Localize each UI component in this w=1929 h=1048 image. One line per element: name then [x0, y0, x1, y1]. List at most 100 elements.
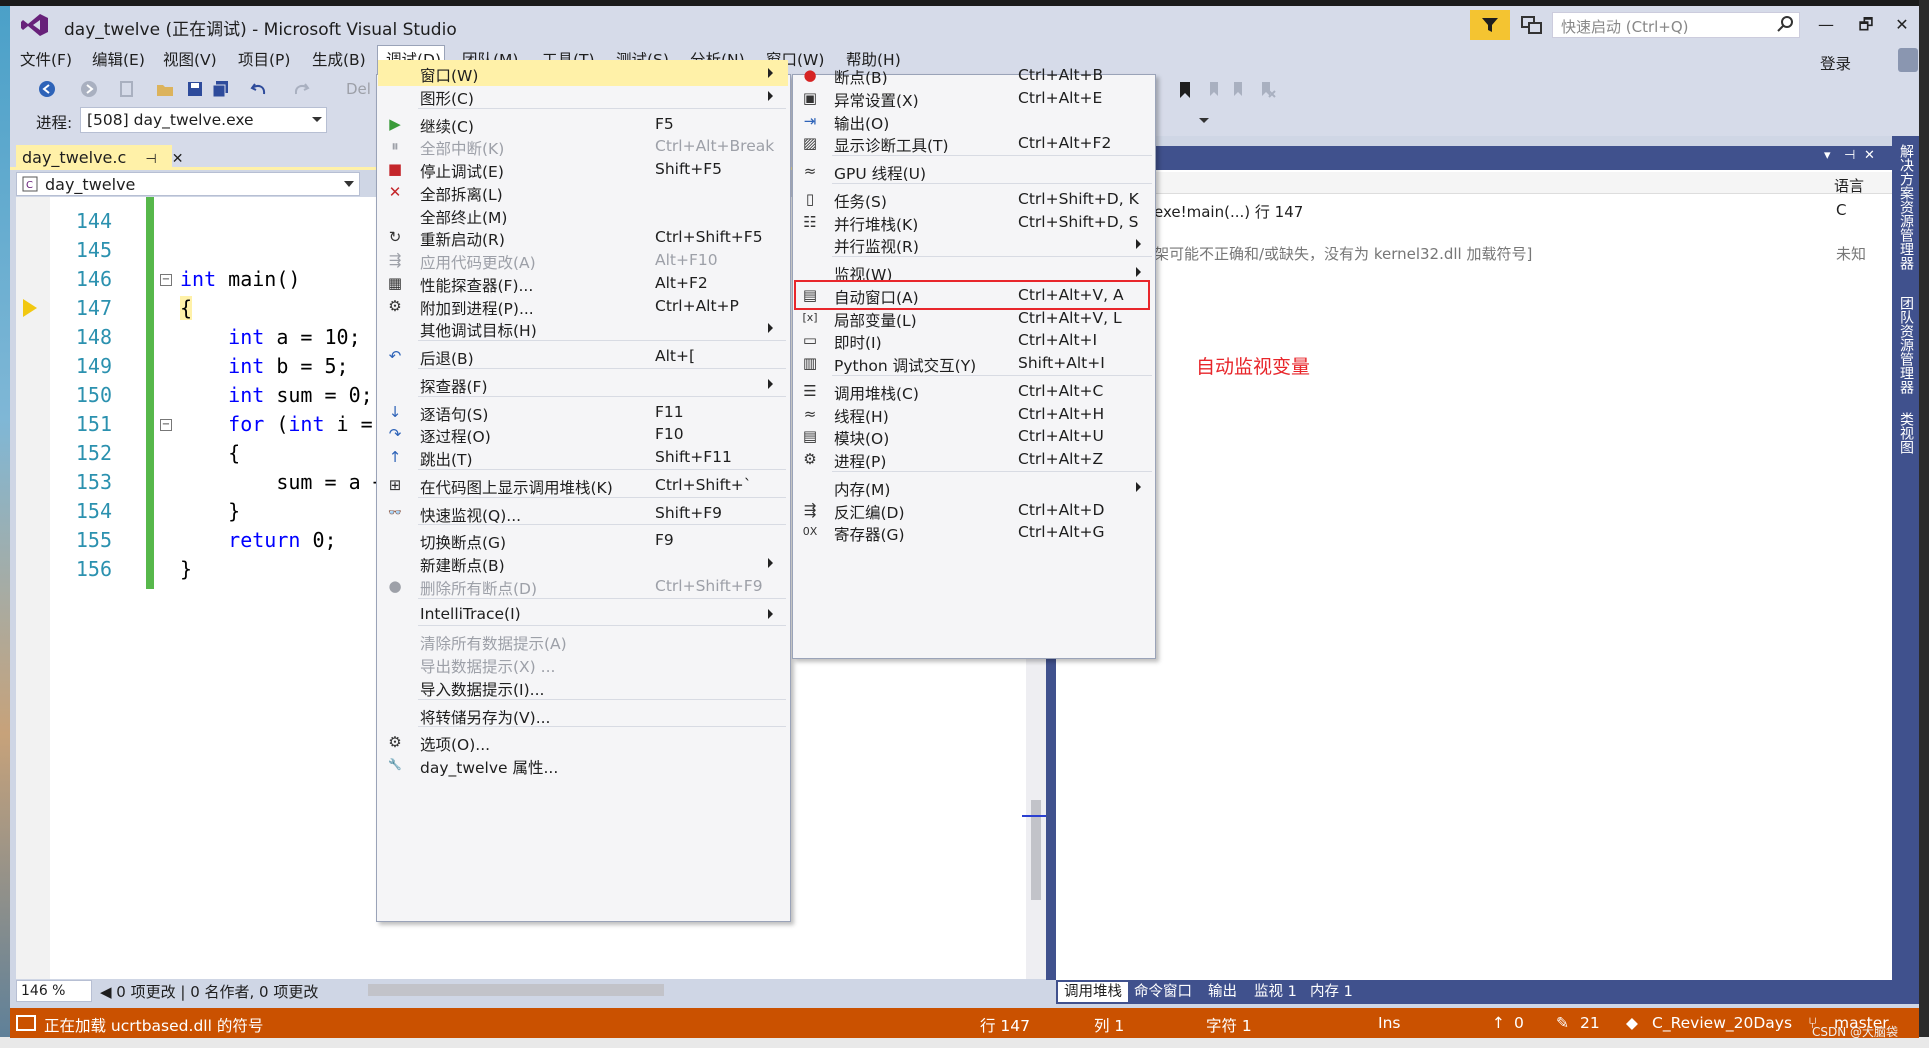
- redo-icon[interactable]: [292, 80, 310, 98]
- close-icon[interactable]: ✕: [172, 151, 184, 167]
- repository-icon: ◆: [1626, 1014, 1638, 1032]
- restore-button[interactable]: 🗗: [1848, 12, 1884, 38]
- window-submenu-item-label: 并行监视(R): [834, 238, 919, 257]
- forward-icon[interactable]: [80, 80, 98, 98]
- window-submenu-item-shortcut: Ctrl+Shift+D, S: [1018, 212, 1139, 231]
- svg-text:C: C: [26, 180, 33, 191]
- signin-link[interactable]: 登录: [1820, 52, 1851, 74]
- keyword: int: [228, 383, 265, 407]
- debug-menu-item-shortcut: Shift+F11: [655, 448, 732, 466]
- debug-menu-item-icon: ↑: [388, 448, 402, 466]
- zoom-select[interactable]: 146 %: [16, 980, 92, 1002]
- collapse-icon[interactable]: −: [160, 419, 172, 431]
- tab-memory-1[interactable]: 内存 1: [1304, 982, 1359, 1002]
- line-number: 154: [75, 499, 112, 523]
- clear-bookmarks-icon[interactable]: [1258, 81, 1276, 99]
- status-column: 列 1: [1094, 1017, 1125, 1035]
- line-number: 151: [75, 412, 112, 436]
- visual-studio-logo-icon: [21, 14, 48, 36]
- tab-team-explorer[interactable]: 团队资源管理器: [1896, 296, 1916, 394]
- menu-file[interactable]: 文件(F): [20, 48, 72, 70]
- next-bookmark-icon[interactable]: [1230, 81, 1248, 99]
- notification-filter-icon[interactable]: [1470, 10, 1510, 40]
- back-icon[interactable]: [38, 80, 56, 98]
- collapse-icon[interactable]: −: [160, 274, 172, 286]
- save-all-icon[interactable]: [212, 80, 230, 98]
- line-number: 145: [75, 238, 112, 262]
- close-button[interactable]: ✕: [1884, 12, 1920, 38]
- process-select[interactable]: [508] day_twelve.exe: [80, 107, 327, 133]
- window-submenu-item-icon: ▣: [802, 88, 818, 107]
- undo-icon[interactable]: [250, 80, 268, 98]
- codelens-indicator[interactable]: ◀ 0 项更改 | 0 名作者, 0 项更改: [100, 981, 318, 1002]
- tab-call-stack[interactable]: 调用堆栈: [1058, 982, 1128, 1002]
- pin-icon[interactable]: ⊣: [1844, 148, 1855, 163]
- debug-menu-item-icon: 👓: [388, 505, 402, 519]
- toolbar-dropdown[interactable]: [1196, 112, 1212, 128]
- chevron-right-icon: [1136, 267, 1141, 277]
- debug-menu-item-icon: ▦: [387, 273, 403, 292]
- project-navigation-value: day_twelve: [45, 175, 136, 194]
- bookmark-icon[interactable]: [1176, 81, 1194, 99]
- status-message: 正在加载 ucrtbased.dll 的符号: [44, 1017, 264, 1035]
- menu-build[interactable]: 生成(B): [312, 48, 366, 70]
- close-icon[interactable]: ✕: [1864, 148, 1875, 163]
- editor-horizontal-scroll-thumb[interactable]: [368, 984, 664, 996]
- menu-separator: [418, 468, 786, 470]
- call-stack-frame-language: C: [1836, 201, 1847, 219]
- keyword: return: [228, 528, 301, 552]
- status-repository[interactable]: C_Review_20Days: [1652, 1014, 1792, 1032]
- user-icon[interactable]: [1898, 48, 1918, 72]
- tab-class-view[interactable]: 类视图: [1896, 412, 1916, 454]
- status-pending-changes[interactable]: 21: [1580, 1014, 1600, 1032]
- c-project-icon: C: [22, 176, 38, 192]
- pin-icon[interactable]: ⊣: [145, 152, 156, 167]
- project-navigation-dropdown[interactable]: day_twelve: [16, 172, 360, 196]
- search-icon[interactable]: [1776, 15, 1794, 33]
- partial-config-text: Del: [346, 80, 371, 98]
- new-project-icon[interactable]: [118, 80, 136, 98]
- code-line: for (int i =: [228, 412, 373, 436]
- minimize-button[interactable]: —: [1808, 12, 1844, 38]
- tab-output[interactable]: 输出: [1202, 982, 1243, 1002]
- tab-command-window[interactable]: 命令窗口: [1128, 982, 1198, 1002]
- chevron-down-icon[interactable]: [312, 117, 322, 122]
- menu-project[interactable]: 项目(P): [238, 48, 290, 70]
- chevron-down-icon[interactable]: [344, 180, 354, 188]
- previous-bookmark-icon[interactable]: [1204, 81, 1222, 99]
- keyword: int: [180, 267, 217, 291]
- call-stack-frame[interactable]: 架可能不正确和/或缺失，没有为 kernel32.dll 加载符号]: [1154, 243, 1532, 264]
- window-submenu-item-shortcut: Ctrl+Alt+Z: [1018, 450, 1104, 468]
- watermark: CSDN @大脑袋: [1812, 1025, 1899, 1039]
- quick-launch-input[interactable]: 快速启动 (Ctrl+Q): [1552, 12, 1800, 38]
- open-file-icon[interactable]: [156, 80, 174, 98]
- code-line-current: {: [180, 296, 193, 320]
- debug-menu-item-shortcut: Ctrl+Alt+Break: [655, 137, 775, 156]
- debug-menu-item-shortcut: Ctrl+Shift+`: [655, 475, 752, 494]
- debug-menu-item-label: 跳出(T): [420, 451, 473, 469]
- call-stack-frame[interactable]: exe!main(...) 行 147: [1154, 201, 1303, 222]
- chevron-right-icon: [768, 68, 773, 78]
- status-unpublished-commits[interactable]: 0: [1514, 1014, 1524, 1032]
- window-submenu-item-label: GPU 线程(U): [834, 165, 927, 183]
- window-options-icon[interactable]: ▾: [1824, 148, 1831, 163]
- save-icon[interactable]: [186, 80, 204, 98]
- tab-solution-explorer[interactable]: 解决方案资源管理器: [1896, 144, 1916, 270]
- debug-menu-item-icon: ↶: [388, 347, 402, 365]
- call-stack-panel[interactable]: [1056, 170, 1892, 980]
- tab-watch-1[interactable]: 监视 1: [1248, 982, 1303, 1002]
- debug-menu-item-label: 在代码图上显示调用堆栈(K): [420, 478, 613, 497]
- editor-tab-day-twelve[interactable]: day_twelve.c ⊣ ✕: [16, 145, 184, 170]
- menu-edit[interactable]: 编辑(E): [92, 48, 145, 70]
- change-tracking-bar: [146, 197, 154, 589]
- language-column-header[interactable]: 语言: [1834, 175, 1864, 196]
- keyword: for: [228, 412, 265, 436]
- call-stack-header: [1056, 172, 1892, 194]
- chevron-right-icon: [768, 323, 773, 334]
- menu-separator: [418, 726, 786, 728]
- feedback-icon[interactable]: [1516, 12, 1546, 38]
- editor-tab-label: day_twelve.c: [22, 148, 127, 167]
- menu-separator: [832, 256, 1152, 257]
- auto-window-annotation-box: [794, 279, 1150, 310]
- menu-view[interactable]: 视图(V): [163, 48, 217, 70]
